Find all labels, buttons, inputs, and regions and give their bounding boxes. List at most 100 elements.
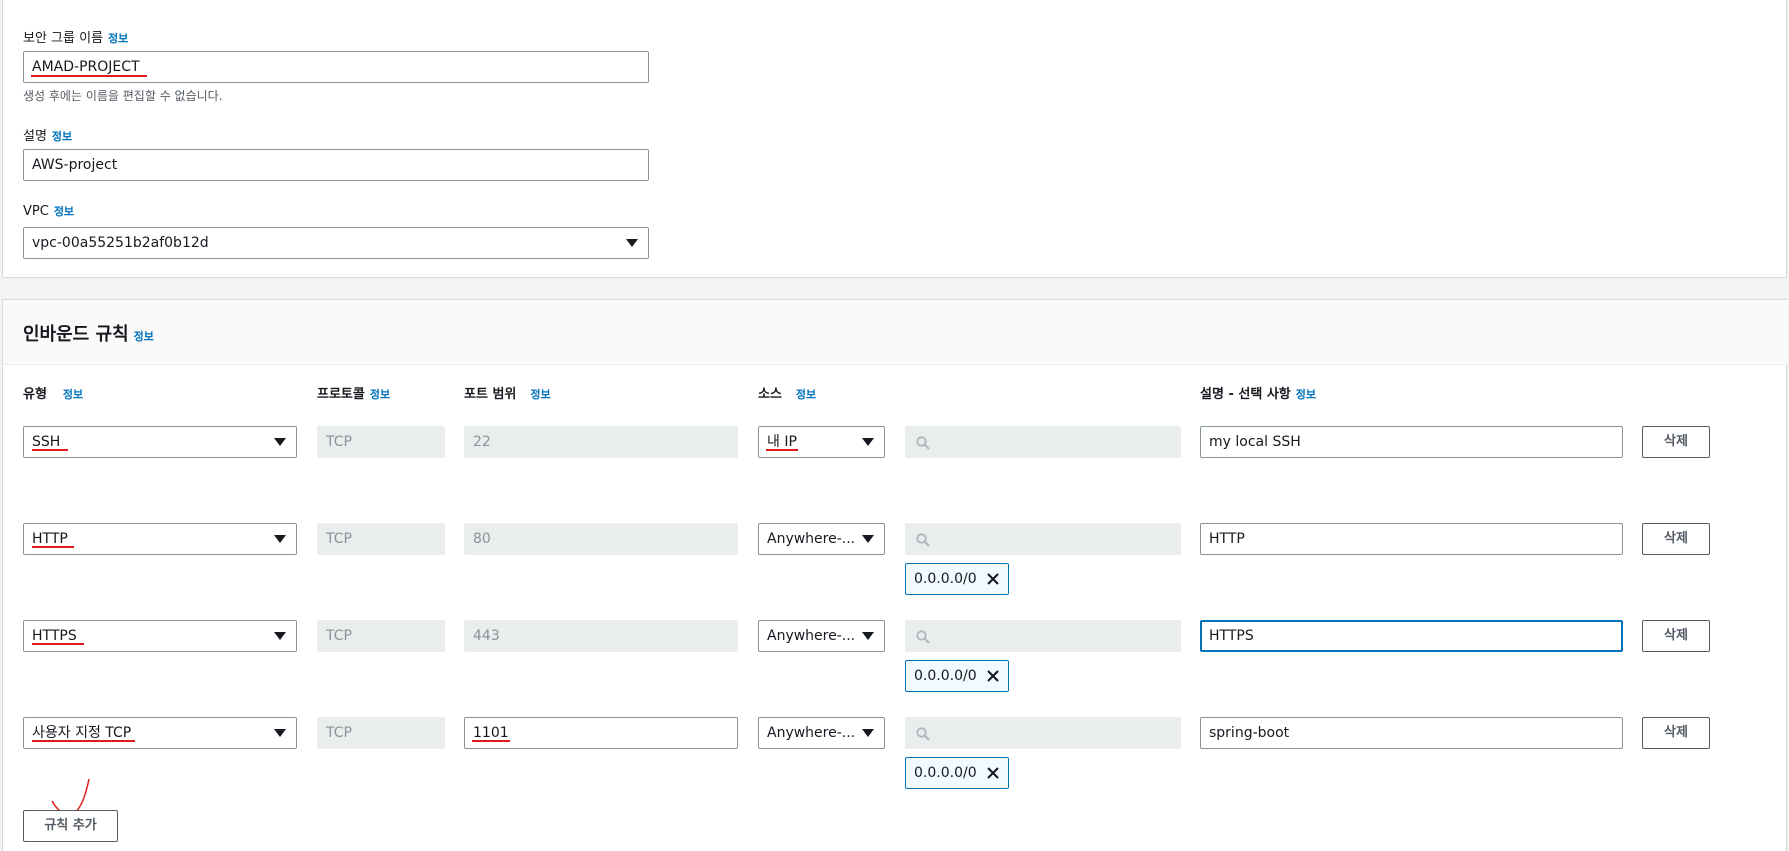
rule-type-select[interactable]: 사용자 지정 TCP (23, 717, 297, 749)
chevron-down-icon (274, 729, 286, 737)
col-header-source: 소스 정보 (758, 383, 816, 402)
add-rule-button[interactable]: 규칙 추가 (23, 810, 118, 842)
rule-type-value: SSH (32, 434, 61, 450)
rule-source-search[interactable] (905, 426, 1181, 458)
rule-description-value: HTTPS (1209, 628, 1254, 644)
annotation-underline (32, 449, 68, 451)
rule-protocol-value: TCP (326, 531, 352, 547)
vpc-info-link[interactable]: 정보 (54, 205, 74, 218)
inbound-rules-panel: 인바운드 규칙 정보 유형 정보 프로토콜 정보 포트 범위 정보 소스 정보 설명 - … (2, 299, 1788, 851)
vpc-select[interactable]: vpc-00a55251b2af0b12d (23, 227, 649, 259)
rule-description-value: spring-boot (1209, 725, 1290, 741)
col-header-description: 설명 - 선택 사항 정보 (1200, 383, 1316, 402)
rule-description-input[interactable]: my local SSH (1200, 426, 1623, 458)
rule-source-search[interactable] (905, 620, 1181, 652)
delete-rule-button[interactable]: 삭제 (1642, 523, 1710, 555)
rule-description-value: my local SSH (1209, 434, 1301, 450)
close-icon[interactable] (986, 669, 1000, 683)
description-label: 설명 정보 (23, 125, 72, 144)
col-header-description-text: 설명 - 선택 사항 (1200, 387, 1291, 402)
rule-source-select[interactable]: 내 IP (758, 426, 885, 458)
sg-name-input[interactable]: AMAD-PROJECT (23, 51, 649, 83)
rule-source-select[interactable]: Anywhere-... (758, 717, 885, 749)
annotation-underline (31, 75, 147, 77)
rule-port-field: 80 (464, 523, 738, 555)
rule-description-input[interactable]: HTTP (1200, 523, 1623, 555)
rule-source-value: 내 IP (767, 434, 797, 450)
rule-source-search[interactable] (905, 523, 1181, 555)
rule-type-value: 사용자 지정 TCP (32, 725, 132, 741)
col-header-source-text: 소스 (758, 387, 782, 402)
rule-source-search[interactable] (905, 717, 1181, 749)
description-label-text: 설명 (23, 129, 47, 144)
inbound-rules-title: 인바운드 규칙 정보 (23, 320, 154, 346)
rule-port-field: 22 (464, 426, 738, 458)
col-header-port-text: 포트 범위 (464, 387, 517, 402)
rule-source-select[interactable]: Anywhere-... (758, 620, 885, 652)
rule-description-input[interactable]: spring-boot (1200, 717, 1623, 749)
annotation-underline (32, 740, 135, 742)
description-input[interactable]: AWS-project (23, 149, 649, 181)
source-info-link[interactable]: 정보 (796, 388, 816, 401)
protocol-info-link[interactable]: 정보 (370, 388, 390, 401)
sg-name-value: AMAD-PROJECT (32, 59, 140, 75)
delete-rule-button[interactable]: 삭제 (1642, 426, 1710, 458)
rule-protocol-value: TCP (326, 628, 352, 644)
annotation-underline (766, 449, 798, 451)
description-value: AWS-project (32, 157, 118, 173)
cidr-token-value: 0.0.0.0/0 (914, 668, 977, 684)
annotation-underline (32, 643, 84, 645)
rule-type-select[interactable]: HTTP (23, 523, 297, 555)
rule-port-value: 443 (473, 628, 500, 644)
description-col-info-link[interactable]: 정보 (1296, 388, 1316, 401)
inbound-rules-info-link[interactable]: 정보 (134, 330, 154, 343)
rule-source-value: Anywhere-... (767, 628, 856, 644)
rule-source-value: Anywhere-... (767, 725, 856, 741)
close-icon[interactable] (986, 766, 1000, 780)
annotation-underline (472, 740, 510, 742)
chevron-down-icon (862, 535, 874, 543)
search-icon (916, 630, 930, 644)
vpc-label-text: VPC (23, 204, 49, 219)
inbound-rules-title-text: 인바운드 규칙 (23, 324, 129, 345)
search-icon (916, 436, 930, 450)
rule-protocol-field: TCP (317, 717, 445, 749)
cidr-token: 0.0.0.0/0 (905, 563, 1009, 595)
cidr-token-value: 0.0.0.0/0 (914, 765, 977, 781)
vpc-label: VPC 정보 (23, 203, 74, 219)
rule-source-value: Anywhere-... (767, 531, 856, 547)
rule-port-value: 22 (473, 434, 491, 450)
annotation-underline (32, 546, 74, 548)
rule-type-select[interactable]: HTTPS (23, 620, 297, 652)
sg-name-label-text: 보안 그룹 이름 (23, 31, 104, 46)
cidr-token-value: 0.0.0.0/0 (914, 571, 977, 587)
rule-type-value: HTTPS (32, 628, 77, 644)
header-divider (3, 364, 1788, 365)
col-header-type-text: 유형 (23, 387, 47, 402)
rule-port-value: 80 (473, 531, 491, 547)
chevron-down-icon (274, 438, 286, 446)
vpc-value: vpc-00a55251b2af0b12d (32, 235, 209, 251)
delete-rule-button[interactable]: 삭제 (1642, 620, 1710, 652)
sg-name-info-link[interactable]: 정보 (108, 32, 128, 45)
col-header-protocol: 프로토콜 정보 (317, 383, 390, 402)
rule-port-value: 1101 (473, 725, 509, 741)
rule-protocol-field: TCP (317, 620, 445, 652)
port-info-link[interactable]: 정보 (530, 388, 550, 401)
description-info-link[interactable]: 정보 (52, 130, 72, 143)
rule-protocol-field: TCP (317, 523, 445, 555)
sg-name-label: 보안 그룹 이름 정보 (23, 27, 128, 46)
rule-source-select[interactable]: Anywhere-... (758, 523, 885, 555)
search-icon (916, 533, 930, 547)
chevron-down-icon (626, 239, 638, 247)
chevron-down-icon (862, 438, 874, 446)
rule-description-value: HTTP (1209, 531, 1245, 547)
rule-description-input[interactable]: HTTPS (1200, 620, 1623, 652)
rule-port-input[interactable]: 1101 (464, 717, 738, 749)
type-info-link[interactable]: 정보 (63, 388, 83, 401)
chevron-down-icon (274, 632, 286, 640)
rule-type-select[interactable]: SSH (23, 426, 297, 458)
close-icon[interactable] (986, 572, 1000, 586)
rule-protocol-field: TCP (317, 426, 445, 458)
delete-rule-button[interactable]: 삭제 (1642, 717, 1710, 749)
